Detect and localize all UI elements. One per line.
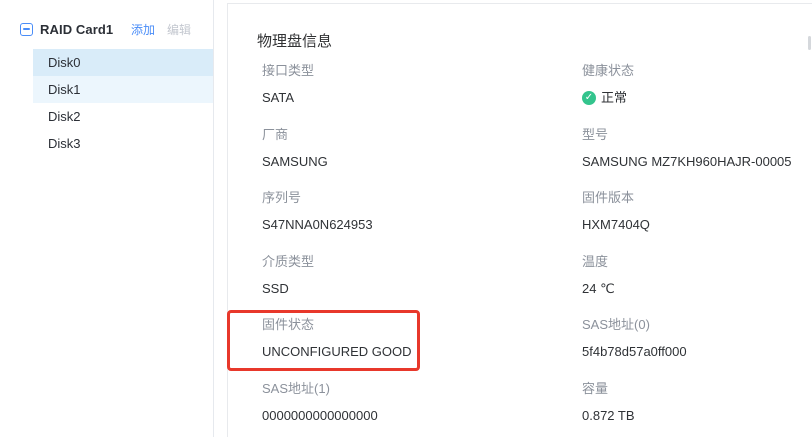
field-value: S47NNA0N624953 [262,218,582,232]
scrollbar-thumb[interactable] [808,36,811,50]
field-vendor: 厂商 SAMSUNG [262,128,582,192]
disk-info-panel: 物理盘信息 接口类型 SATA 健康状态 ✓ 正常 厂商 SAMSUNG 型号 … [227,3,812,437]
field-label: 固件版本 [582,191,812,204]
field-value: ✓ 正常 [582,91,812,105]
field-temperature: 温度 24 ℃ [582,255,812,319]
field-serial-number: 序列号 S47NNA0N624953 [262,191,582,255]
field-value: SAMSUNG [262,155,582,169]
field-label: 温度 [582,255,812,268]
field-value: 0000000000000000 [262,409,582,423]
raid-card-label: RAID Card1 [40,22,113,37]
field-label: SAS地址(1) [262,382,582,395]
raid-tree-sidebar: RAID Card1 添加 编辑 Disk0 Disk1 Disk2 Disk3 [0,0,214,437]
disk-item-disk2[interactable]: Disk2 [33,103,213,130]
field-label: 接口类型 [262,64,582,77]
field-grid: 接口类型 SATA 健康状态 ✓ 正常 厂商 SAMSUNG 型号 SAMSUN… [262,64,812,445]
disk-list: Disk0 Disk1 Disk2 Disk3 [0,49,213,157]
field-value: HXM7404Q [582,218,812,232]
disk-item-disk0[interactable]: Disk0 [33,49,213,76]
health-status-text: 正常 [601,91,627,105]
panel-title: 物理盘信息 [257,34,812,50]
field-label: 介质类型 [262,255,582,268]
field-value: SSD [262,282,582,296]
field-value: SAMSUNG MZ7KH960HAJR-00005 [582,155,812,169]
field-value: 5f4b78d57a0ff000 [582,345,812,359]
edit-link[interactable]: 编辑 [167,21,191,38]
disk-item-disk3[interactable]: Disk3 [33,130,213,157]
field-value: SATA [262,91,582,105]
field-firmware-state: 固件状态 UNCONFIGURED GOOD [262,318,582,382]
field-interface-type: 接口类型 SATA [262,64,582,128]
disk-item-disk1[interactable]: Disk1 [33,76,213,103]
field-label: 固件状态 [262,318,582,331]
field-value: UNCONFIGURED GOOD [262,345,582,359]
add-link[interactable]: 添加 [131,21,155,38]
field-media-type: 介质类型 SSD [262,255,582,319]
field-health-status: 健康状态 ✓ 正常 [582,64,812,128]
field-sas-address-0: SAS地址(0) 5f4b78d57a0ff000 [582,318,812,382]
field-label: 型号 [582,128,812,141]
field-label: 健康状态 [582,64,812,77]
field-value: 0.872 TB [582,409,812,423]
physical-disk-page: RAID Card1 添加 编辑 Disk0 Disk1 Disk2 Disk3… [0,0,812,437]
raid-card-node[interactable]: RAID Card1 添加 编辑 [0,14,213,44]
field-label: 厂商 [262,128,582,141]
field-label: 序列号 [262,191,582,204]
check-circle-icon: ✓ [582,91,596,105]
field-sas-address-1: SAS地址(1) 0000000000000000 [262,382,582,445]
field-capacity: 容量 0.872 TB [582,382,812,445]
field-firmware-version: 固件版本 HXM7404Q [582,191,812,255]
collapse-minus-icon[interactable] [20,23,33,36]
field-model: 型号 SAMSUNG MZ7KH960HAJR-00005 [582,128,812,192]
field-value: 24 ℃ [582,282,812,296]
field-label: SAS地址(0) [582,318,812,331]
field-label: 容量 [582,382,812,395]
tree-actions: 添加 编辑 [131,21,191,38]
